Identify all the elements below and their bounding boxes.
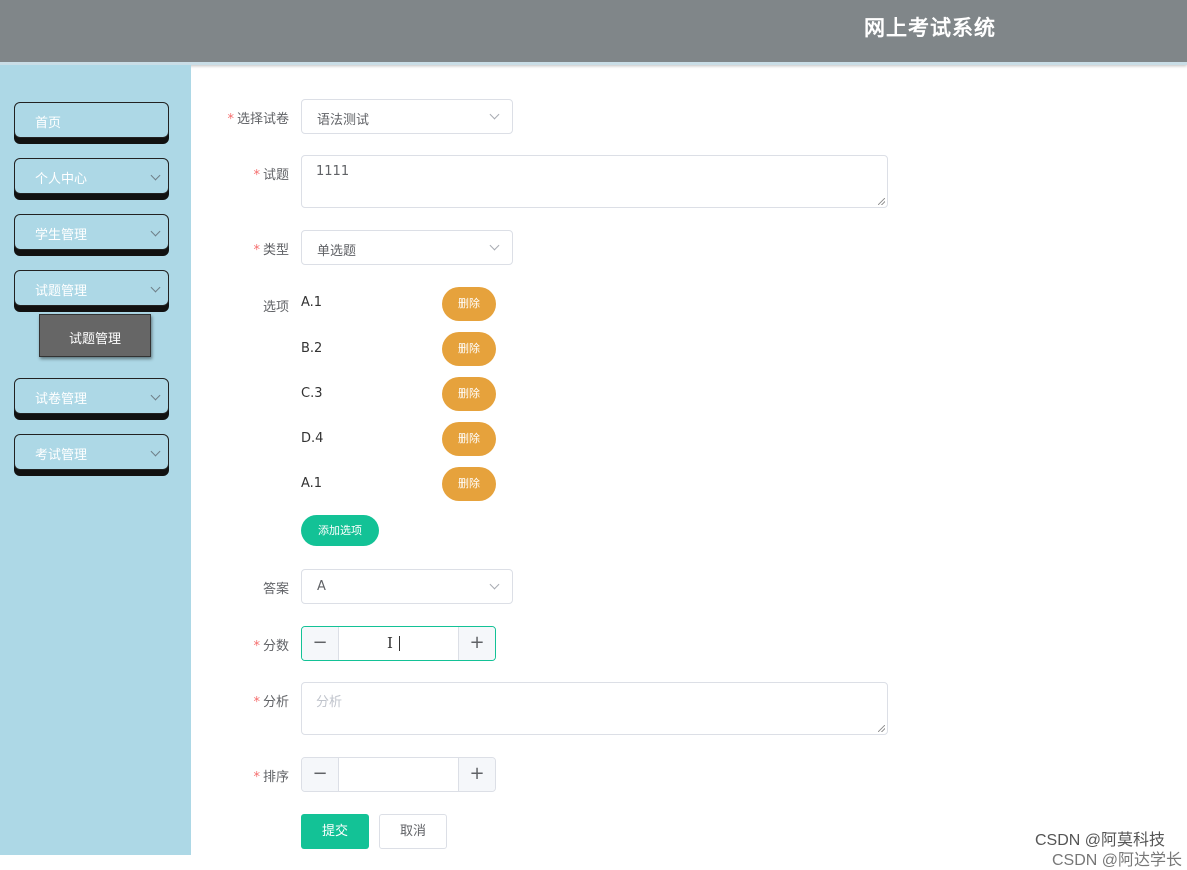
score-input[interactable]: I	[339, 627, 458, 660]
sidebar-item-personal-center[interactable]: 个人中心	[14, 158, 169, 194]
option-text: A.1	[301, 295, 323, 310]
analysis-label: * 分析	[253, 695, 289, 710]
sidebar-item-exam-management[interactable]: 考试管理	[14, 434, 169, 470]
chevron-down-icon	[489, 109, 500, 120]
text-caret	[399, 636, 400, 651]
score-label: * 分数	[253, 639, 289, 654]
sidebar-item-student-management[interactable]: 学生管理	[14, 214, 169, 250]
answer-label: 答案	[262, 582, 289, 597]
submenu-item-label: 试题管理	[68, 332, 121, 347]
resize-handle-icon[interactable]	[878, 725, 885, 732]
sidebar-item-label: 首页	[35, 116, 62, 131]
paper-select-value: 语法测试	[317, 113, 370, 128]
required-mark: *	[253, 168, 260, 183]
delete-option-button[interactable]: 删除	[442, 287, 496, 321]
plus-icon[interactable]: +	[458, 758, 495, 791]
chevron-down-icon	[150, 390, 161, 401]
question-label: * 试题	[253, 168, 289, 183]
minus-icon[interactable]: −	[302, 758, 339, 791]
answer-select[interactable]: A	[301, 569, 513, 604]
options-label: 选项	[262, 300, 289, 315]
delete-option-button[interactable]: 删除	[442, 422, 496, 456]
delete-option-button[interactable]: 删除	[442, 467, 496, 501]
question-text: 1111	[316, 164, 350, 179]
add-option-button[interactable]: 添加选项	[301, 515, 379, 546]
type-label: * 类型	[253, 243, 289, 258]
delete-option-button[interactable]: 删除	[442, 332, 496, 366]
watermark-secondary: CSDN @阿达学长	[1052, 852, 1183, 869]
delete-option-button[interactable]: 删除	[442, 377, 496, 411]
required-mark: *	[253, 639, 260, 654]
question-textarea[interactable]: 1111	[301, 155, 888, 208]
required-mark: *	[253, 243, 260, 258]
chevron-down-icon	[150, 282, 161, 293]
chevron-down-icon	[150, 446, 161, 457]
answer-select-value: A	[317, 579, 326, 594]
paper-select[interactable]: 语法测试	[301, 99, 513, 134]
cancel-button[interactable]: 取消	[379, 814, 447, 849]
sidebar-item-label: 考试管理	[35, 448, 88, 463]
sidebar-item-label: 个人中心	[35, 172, 88, 187]
required-mark: *	[227, 112, 234, 127]
chevron-down-icon	[489, 579, 500, 590]
option-text: D.4	[301, 431, 324, 446]
option-text: A.1	[301, 476, 323, 491]
type-select-value: 单选题	[317, 244, 357, 259]
plus-icon[interactable]: +	[458, 627, 495, 660]
required-mark: *	[253, 770, 260, 785]
analysis-placeholder: 分析	[316, 695, 343, 710]
paper-label: * 选择试卷	[227, 112, 289, 127]
sidebar-item-home[interactable]: 首页	[14, 102, 169, 138]
chevron-down-icon	[489, 240, 500, 251]
score-stepper: − I +	[301, 626, 496, 661]
order-stepper: − +	[301, 757, 496, 792]
submit-button[interactable]: 提交	[301, 814, 369, 849]
type-select[interactable]: 单选题	[301, 230, 513, 265]
sidebar-item-paper-management[interactable]: 试卷管理	[14, 378, 169, 414]
resize-handle-icon[interactable]	[878, 198, 885, 205]
top-header: 网上考试系统	[0, 0, 1187, 64]
submenu-item-question-management[interactable]: 试题管理	[39, 314, 151, 357]
option-text: C.3	[301, 386, 323, 401]
option-text: B.2	[301, 341, 323, 356]
sidebar-item-label: 学生管理	[35, 228, 88, 243]
sidebar-item-label: 试题管理	[35, 284, 88, 299]
minus-icon[interactable]: −	[302, 627, 339, 660]
app-title: 网上考试系统	[864, 16, 996, 40]
order-label: * 排序	[253, 770, 289, 785]
required-mark: *	[253, 695, 260, 710]
sidebar-item-question-management[interactable]: 试题管理	[14, 270, 169, 306]
text-cursor-icon: I	[387, 634, 393, 652]
chevron-down-icon	[150, 170, 161, 181]
chevron-down-icon	[150, 226, 161, 237]
analysis-textarea[interactable]: 分析	[301, 682, 888, 735]
order-input[interactable]	[339, 758, 458, 791]
sidebar-item-label: 试卷管理	[35, 392, 88, 407]
